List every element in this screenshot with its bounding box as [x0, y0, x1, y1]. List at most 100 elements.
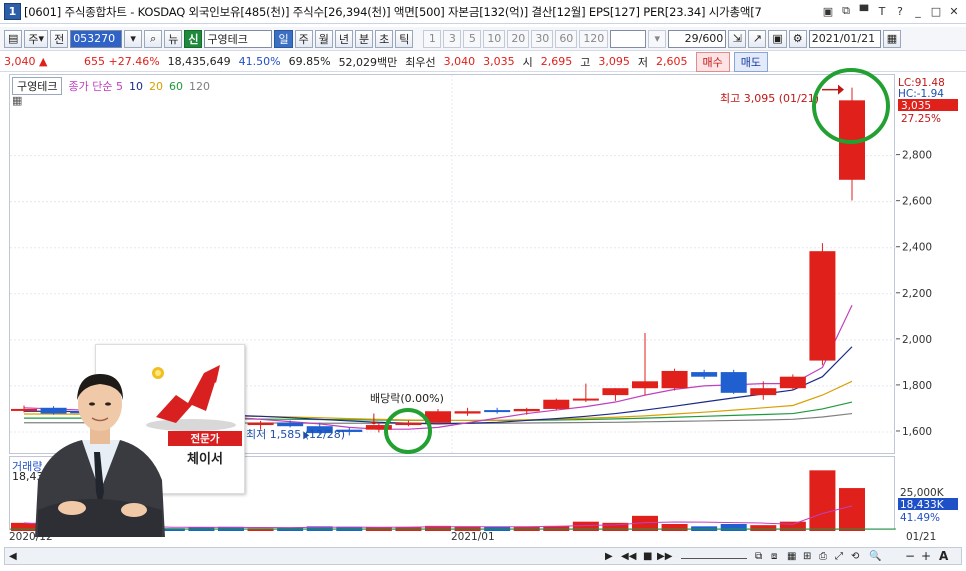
candle-body-22	[661, 370, 688, 389]
current-price: 3,040 ▲	[0, 55, 80, 68]
maximize-icon[interactable]: □	[928, 3, 944, 19]
chart-toolbar: ▤ 주 ▾ 전 053270 ▾ ⌕ 뉴 신 구영테크 일 주 월 년 분 초 틱…	[0, 27, 966, 51]
news-button[interactable]: 뉴	[164, 29, 183, 48]
date-right: 01/21	[906, 531, 937, 543]
candle-body-19	[572, 398, 599, 401]
volume-tick-label: 25,000K	[900, 487, 945, 499]
dropdown-icon[interactable]: ▾	[124, 29, 143, 48]
calendar-icon[interactable]: ▦	[882, 29, 902, 48]
scroll-left-icon[interactable]: ◀	[9, 551, 17, 562]
prev-button[interactable]: 전	[50, 29, 69, 48]
date-middle: 2021/01	[451, 531, 495, 543]
type-select[interactable]: 주 ▾	[24, 29, 49, 48]
settings-icon[interactable]: ⚙	[788, 29, 807, 48]
volume-bar-27	[809, 470, 836, 531]
period-tick[interactable]: 틱	[395, 29, 414, 48]
candle-body-12	[365, 425, 392, 430]
scale-label-2600: 2,600	[902, 196, 932, 208]
expand-icon[interactable]: ⤢	[835, 551, 843, 562]
help-icon[interactable]: ?	[892, 3, 908, 19]
low-annotation: 최저 1,585 (12/28)	[246, 428, 346, 441]
candle-body-18	[543, 399, 570, 409]
best-bid-one: 3,040	[443, 55, 476, 68]
volume-scale-svg: 25,000K18,433K41.49%	[898, 487, 958, 524]
candle-body-21	[632, 381, 658, 389]
print-icon[interactable]: ⎙	[819, 551, 827, 562]
stock-name-field[interactable]: 구영테크	[204, 29, 273, 48]
interval-1[interactable]: 1	[423, 29, 442, 48]
restore-icon[interactable]: ⧉	[838, 3, 854, 19]
open-label: 시	[522, 55, 533, 69]
expert-promo[interactable]: 전문가 체이서	[0, 344, 245, 537]
ratio-one: 41.50%	[238, 55, 281, 68]
font-size-icon[interactable]: A	[939, 549, 948, 563]
minus-icon[interactable]: −	[905, 549, 915, 563]
period-minute[interactable]: 분	[354, 29, 374, 48]
interval-120[interactable]: 120	[579, 29, 609, 48]
interval-dropdown-icon[interactable]: ▾	[648, 29, 667, 48]
candle-body-14	[425, 411, 451, 423]
legend-stock-name: 구영테크	[12, 77, 63, 95]
interval-30[interactable]: 30	[531, 29, 554, 48]
period-week[interactable]: 주	[294, 29, 313, 48]
candle-body-16	[484, 410, 511, 413]
save-icon[interactable]: ▣	[768, 29, 787, 48]
stock-code-input[interactable]: 053270	[70, 29, 123, 48]
volume-bar-19	[572, 521, 599, 531]
high-arrow-head	[838, 84, 844, 95]
scale-label-2200: 2,200	[902, 288, 932, 300]
interval-3[interactable]: 3	[443, 29, 462, 48]
chart-menu-button[interactable]: ▤	[4, 29, 23, 48]
plus-icon[interactable]: +	[921, 549, 931, 563]
close-icon[interactable]: ✕	[946, 3, 962, 19]
compare-icon[interactable]: ⊞	[803, 551, 811, 562]
candle-body-26	[779, 376, 806, 389]
data-count-field[interactable]: 29/600	[668, 29, 727, 48]
split-icon[interactable]: ⧈	[771, 551, 777, 562]
interval-60[interactable]: 60	[555, 29, 578, 48]
volume-percent: 41.49%	[900, 512, 940, 524]
candle-body-13	[395, 422, 422, 426]
chart-scrollbar[interactable]: ◀ ▶ ◀◀ ■ ▶▶ ⧉ ⧈ ▦ ⊞ ⎙ ⤢ ⟲ 🔍 − + A	[4, 547, 962, 565]
window-controls: ▣ ⧉ ▀ T ? _ □ ✕	[820, 3, 962, 19]
interval-5[interactable]: 5	[463, 29, 482, 48]
legend-ma-label: 종가 단순 5	[68, 80, 123, 93]
text-icon[interactable]: T	[874, 3, 890, 19]
period-day[interactable]: 일	[274, 29, 293, 48]
candle-body-24	[720, 372, 747, 393]
scale-label-2000: 2,000	[902, 334, 932, 346]
date-field[interactable]: 2021/01/21	[808, 29, 881, 48]
expert-portrait	[35, 374, 165, 537]
scroll-right-icon[interactable]: ▶	[605, 551, 613, 562]
candle-body-28	[839, 100, 865, 180]
zoom-out-icon[interactable]: 🔍	[869, 551, 881, 562]
low-label: 저	[637, 55, 649, 69]
interval-10[interactable]: 10	[483, 29, 506, 48]
period-year[interactable]: 년	[334, 29, 353, 48]
stop-icon[interactable]: ■	[643, 551, 652, 562]
volume-current: 18,433K	[900, 499, 945, 511]
period-second[interactable]: 초	[375, 29, 394, 48]
volume-value: 18,435,649	[167, 55, 231, 68]
buy-button[interactable]: 매수	[695, 51, 730, 72]
minimize-icon[interactable]: _	[910, 3, 926, 19]
volume-bar-22	[661, 524, 688, 531]
zoom-slider[interactable]	[681, 553, 747, 559]
period-month[interactable]: 월	[314, 29, 333, 48]
zoom-icon[interactable]: ⇲	[728, 29, 747, 48]
custom-interval-input[interactable]	[610, 29, 647, 48]
pin-icon[interactable]: ▀	[856, 3, 872, 19]
sell-button[interactable]: 매도	[733, 51, 769, 72]
candle-body-8	[247, 422, 274, 426]
layout-icon[interactable]: ⧉	[755, 551, 762, 562]
search-icon[interactable]: ⌕	[144, 29, 163, 48]
reset-icon[interactable]: ⟲	[851, 551, 859, 562]
grid-toggle-icon[interactable]: ▦	[12, 94, 22, 107]
screen-icon[interactable]: ▣	[820, 3, 836, 19]
rewind-icon[interactable]: ◀◀	[621, 551, 636, 562]
interval-20[interactable]: 20	[507, 29, 530, 48]
trend-icon[interactable]: ↗	[748, 29, 767, 48]
grid-icon[interactable]: ▦	[787, 551, 796, 562]
forward-icon[interactable]: ▶▶	[657, 551, 672, 562]
candle-body-25	[750, 388, 777, 396]
